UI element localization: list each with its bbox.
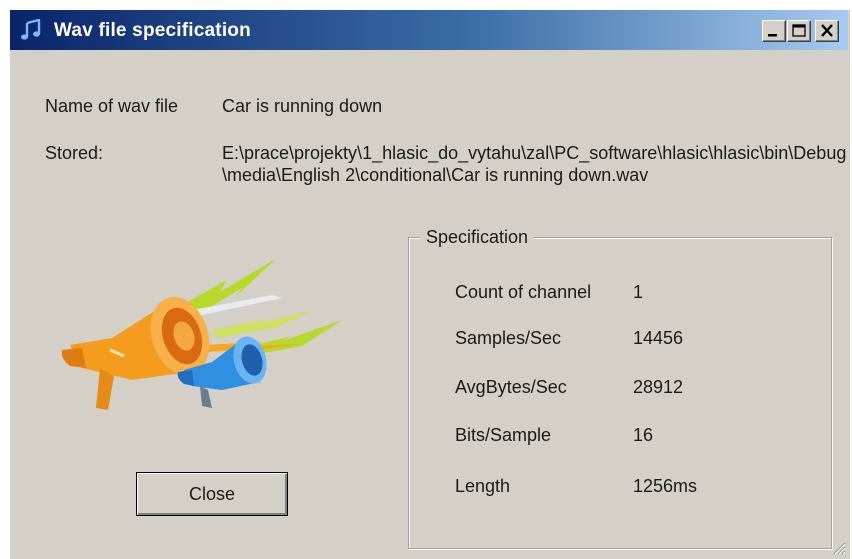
spec-label-avgbytes-sec: AvgBytes/Sec <box>455 377 567 397</box>
spec-value-bits-sample: 16 <box>633 425 654 445</box>
stored-path-value: E:\prace\projekty\1_hlasic_do_vytahu\zal… <box>222 143 847 185</box>
title-bar[interactable]: Wav file specification <box>10 10 848 50</box>
resize-grip-icon[interactable] <box>832 541 846 555</box>
minimize-button[interactable] <box>762 20 786 42</box>
maximize-icon <box>792 24 806 37</box>
close-icon <box>821 24 833 37</box>
name-value: Car is running down <box>222 96 383 116</box>
spec-label-samples-sec: Samples/Sec <box>455 328 562 348</box>
spec-label-bits-sample: Bits/Sample <box>455 425 552 445</box>
window-title: Wav file specification <box>54 20 251 41</box>
stored-label: Stored: <box>45 143 104 163</box>
name-label: Name of wav file <box>45 96 179 116</box>
specification-title: Specification <box>420 226 535 248</box>
spec-value-avgbytes-sec: 28912 <box>633 377 684 397</box>
spec-value-samples-sec: 14456 <box>633 328 684 348</box>
close-window-button[interactable] <box>815 20 839 42</box>
spec-value-length: 1256ms <box>633 476 698 496</box>
spec-value-channels: 1 <box>633 282 644 302</box>
spec-label-length: Length <box>455 476 511 496</box>
megaphone-icon <box>61 258 342 410</box>
music-note-icon <box>21 19 41 40</box>
maximize-button[interactable] <box>787 20 811 42</box>
spec-label-channels: Count of channel <box>455 282 592 302</box>
close-button[interactable]: Close <box>136 472 288 516</box>
minimize-icon <box>768 34 777 37</box>
